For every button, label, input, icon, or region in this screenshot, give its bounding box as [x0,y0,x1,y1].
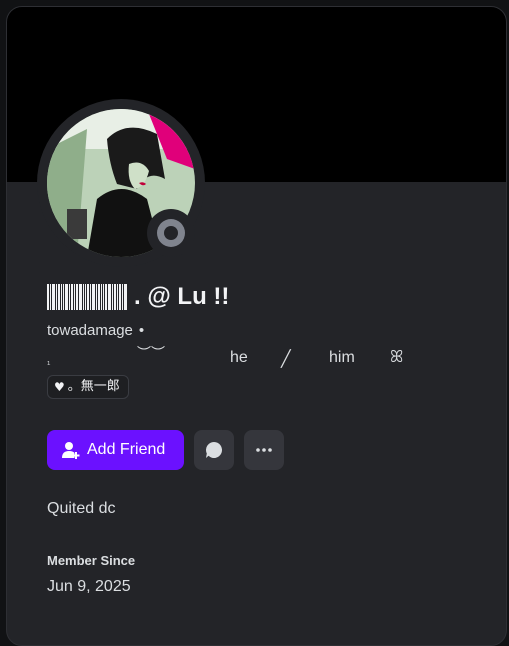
pronoun-deco: ︶︶ [137,345,165,361]
more-button[interactable] [244,430,284,470]
pronoun-prefix: ₁ [47,356,51,367]
bio-text: Quited dc [47,500,116,517]
pronoun-him: him [329,349,355,366]
username[interactable]: towadamage [47,322,133,339]
chat-bubble-icon [205,442,223,458]
action-buttons: Add Friend [47,430,284,470]
add-user-icon [62,442,80,459]
message-button[interactable] [194,430,234,470]
status-offline-icon [157,219,185,247]
member-since-value: Jun 9, 2025 [47,578,131,595]
profile-tag-chip[interactable]: ♥ 。無一郎 [47,375,129,399]
display-name-text: . @ Lu !! [134,283,230,310]
more-dots-icon [256,448,272,452]
display-name: . @ Lu !! [47,283,229,311]
add-friend-label: Add Friend [87,441,166,458]
pronouns: ₁ ︶︶ he ╱ him ꕤ [47,345,467,373]
pronoun-slash: ╱ [281,351,291,368]
profile-card: . @ Lu !! towadamage • ₁ ︶︶ he ╱ him ꕤ ♥ … [6,6,507,646]
heart-icon: ♥ [54,380,65,394]
pronoun-he: he [230,349,248,366]
avatar-ring [37,99,205,267]
pronoun-end: ꕤ [390,349,404,366]
member-since-label: Member Since [47,553,136,568]
username-separator: • [138,322,145,339]
barcode-glyphs [47,284,128,310]
add-friend-button[interactable]: Add Friend [47,430,184,470]
profile-tag-text: 。無一郎 [67,379,120,394]
status-indicator-ring [147,209,195,257]
username-row: towadamage • [47,322,144,339]
